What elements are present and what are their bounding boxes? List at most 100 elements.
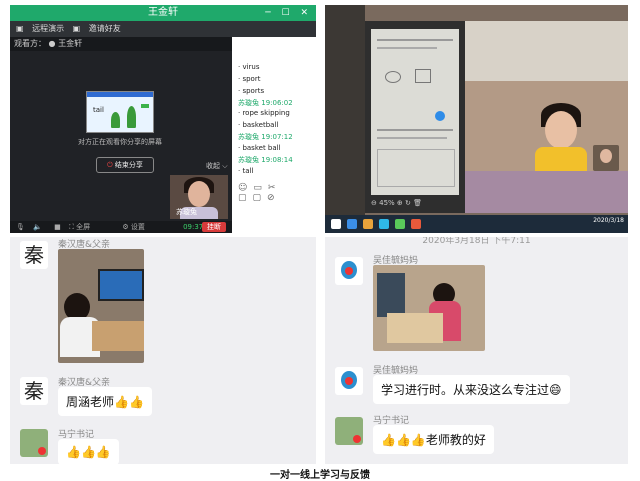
emoji-icon[interactable]: ☺: [238, 183, 253, 193]
worksheet-drawing: [385, 71, 401, 83]
collapse-button[interactable]: 收起 ⌵: [206, 161, 228, 171]
tree-icon: [111, 112, 120, 128]
chevron-down-icon: ⌵: [222, 162, 228, 170]
avatar[interactable]: [335, 257, 363, 285]
zoom-level: 45%: [379, 199, 395, 207]
badge-dot: [38, 447, 46, 455]
avatar[interactable]: 秦: [20, 241, 48, 269]
taskbar-clock: 2020/3/18: [593, 217, 624, 224]
chat-message: · virus: [238, 63, 260, 71]
fullscreen-button[interactable]: ⛶ 全屏: [69, 223, 90, 231]
text-line: [377, 47, 437, 49]
search-icon[interactable]: [347, 219, 357, 229]
call-toolbar: ▣ 远程演示 ▣ 邀请好友: [10, 21, 316, 37]
app-icon[interactable]: [411, 219, 421, 229]
folder-icon[interactable]: [363, 219, 373, 229]
collapse-label: 收起: [206, 162, 220, 170]
avatar-face: [345, 377, 353, 385]
settings-label: 设置: [130, 223, 145, 231]
invite-friend-label: 邀请好友: [88, 24, 121, 33]
start-icon[interactable]: [331, 219, 341, 229]
scissors-icon[interactable]: ✂: [268, 183, 282, 193]
chat-message: · sports: [238, 87, 265, 95]
video-call-window: 王金轩 ─ ☐ ✕ ▣ 远程演示 ▣ 邀请好友 观看方： ● 王金轩 tail …: [10, 5, 316, 233]
remote-demo-label: 远程演示: [32, 24, 65, 33]
camera-icon[interactable]: ■: [54, 223, 61, 231]
chat-left: 秦 秦汉唐&父亲 秦 秦汉唐&父亲 周涵老师👍👍 马宁书记 👍👍👍: [10, 237, 316, 464]
window-title: 王金轩: [148, 7, 178, 18]
fullscreen-label: 全屏: [76, 223, 91, 231]
avatar[interactable]: [20, 429, 48, 457]
stop-share-button[interactable]: ⏻ 结束分享: [96, 157, 154, 173]
figure-caption: 一对一线上学习与反馈: [270, 470, 370, 481]
browser-icon[interactable]: [379, 219, 389, 229]
remote-demo-button[interactable]: ▣ 远程演示: [16, 24, 64, 33]
chat-message: · rope skipping: [238, 109, 290, 117]
user-icon: ●: [48, 39, 56, 48]
badge-dot: [353, 435, 361, 443]
face: [188, 181, 210, 207]
viewer-toolbar: ⊖ 45% ⊕ ↻ 🗑: [371, 199, 459, 207]
tree-icon: [127, 106, 136, 128]
chat-panel: · virus · sport · sports 苏璇兔 19:06:02 · …: [232, 37, 316, 233]
chat-sender: 苏璇兔 19:08:14: [238, 156, 293, 164]
settings-button[interactable]: ⚙ 设置: [122, 223, 145, 231]
text-line: [377, 137, 447, 139]
chat-message: · basketball: [238, 121, 279, 129]
speaker-icon[interactable]: 🔈: [33, 223, 42, 231]
avatar[interactable]: [335, 367, 363, 395]
chat-photo[interactable]: [373, 265, 485, 351]
window-titlebar: 王金轩 ─ ☐ ✕: [10, 5, 316, 21]
chat-bubble: 学习进行时。从来没这么专注过😄: [373, 375, 570, 404]
gif-icon[interactable]: ▭: [253, 183, 268, 193]
desktop-background: [325, 5, 365, 233]
cursor-dot: [435, 111, 445, 121]
worksheet-box: [377, 149, 455, 187]
power-icon: ⏻: [107, 161, 113, 169]
file-icon[interactable]: ▢: [253, 193, 268, 203]
face: [600, 149, 612, 163]
viewer-name: 王金轩: [58, 39, 83, 48]
chat-tools: ☺▭✂▢▢⊘: [238, 183, 316, 203]
rotate-icon[interactable]: ↻: [405, 199, 411, 207]
zoom-out-icon[interactable]: ⊖: [371, 199, 377, 207]
hangup-button[interactable]: 挂断: [202, 222, 226, 232]
chat-message: · basket ball: [238, 144, 281, 152]
call-duration: 09:37: [183, 223, 204, 231]
more-icon[interactable]: ⊘: [267, 193, 281, 203]
text-line: [377, 39, 453, 41]
chat-message: · tall: [238, 167, 254, 175]
face: [545, 111, 577, 149]
teacher-thumbnail: [593, 145, 619, 171]
photo-viewer-window: ⊖ 45% ⊕ ↻ 🗑: [365, 21, 465, 213]
thumbnail-header: [87, 92, 153, 97]
avatar-face: [345, 267, 353, 275]
chat-bubble: 👍👍👍: [58, 439, 119, 464]
chat-photo[interactable]: [58, 249, 144, 363]
avatar[interactable]: 秦: [20, 377, 48, 405]
window-controls[interactable]: ─ ☐ ✕: [265, 5, 312, 21]
share-notice: 对方正在观看你分享的屏幕: [78, 138, 162, 146]
shared-screen-thumbnail: tail: [86, 91, 154, 133]
desk: [387, 313, 443, 343]
folder-icon[interactable]: ▢: [238, 193, 253, 203]
chat-bubble: 👍👍👍老师教的好: [373, 425, 494, 454]
chat-message: · sport: [238, 75, 261, 83]
microphone-icon[interactable]: 🎙: [16, 223, 25, 231]
invite-friend-button[interactable]: ▣ 邀请好友: [73, 24, 121, 33]
monitor: [377, 273, 405, 317]
chat-sender: 苏璇兔 19:06:02: [238, 99, 293, 107]
green-box: [141, 104, 149, 108]
worksheet-drawing: [415, 69, 431, 83]
app-icon[interactable]: [395, 219, 405, 229]
monitor: [98, 269, 144, 301]
viewer-label: 观看方：: [14, 39, 46, 48]
text-line: [377, 129, 453, 131]
desk: [92, 321, 144, 351]
zoom-in-icon[interactable]: ⊕: [397, 199, 403, 207]
delete-icon[interactable]: 🗑: [413, 199, 422, 207]
wall: [465, 21, 628, 81]
camera-name: 苏璇兔: [176, 208, 197, 216]
chat-right: 2020年3月18日 下午7:11 吴佳毓妈妈 吴佳毓妈妈 学习进行时。从来没这…: [325, 237, 628, 464]
avatar[interactable]: [335, 417, 363, 445]
